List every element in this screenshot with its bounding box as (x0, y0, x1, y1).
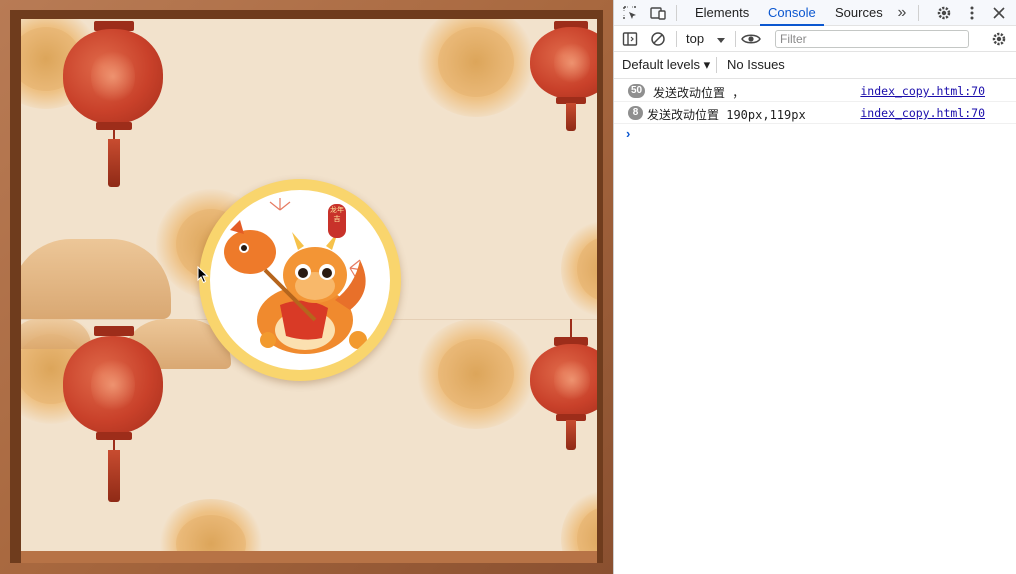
flower-decoration (416, 19, 536, 117)
devtools-tabbar: Elements Console Sources » (614, 0, 1016, 26)
console-toolbar: top (614, 26, 1016, 52)
toolbar-divider (918, 5, 919, 21)
flower-decoration (561, 489, 597, 551)
lantern-decoration (59, 19, 169, 194)
toolbar-divider (735, 31, 736, 47)
console-filter-input[interactable] (775, 30, 969, 48)
tab-elements[interactable]: Elements (687, 0, 757, 26)
dragon-medallion[interactable]: 龙年吉 (199, 179, 401, 381)
page-viewport: 龙年吉 (0, 0, 613, 574)
live-expression-eye-icon[interactable] (739, 29, 763, 49)
console-message[interactable]: 50 发送改动位置 ， index_copy.html:70 (614, 80, 1016, 102)
medallion-image: 龙年吉 (210, 190, 390, 370)
default-levels-dropdown[interactable]: Default levels ▾ (622, 57, 710, 73)
toolbar-divider (716, 57, 717, 73)
context-label: top (686, 31, 705, 46)
lantern-decoration (526, 19, 597, 144)
prompt-chevron-icon: › (626, 126, 631, 141)
lantern-decoration (59, 324, 169, 509)
flower-decoration (156, 499, 266, 551)
mouse-cursor-icon (197, 266, 209, 284)
dropdown-caret-icon (716, 37, 725, 43)
close-icon[interactable] (989, 3, 1009, 23)
console-log-list: 50 发送改动位置 ， index_copy.html:70 8 发送改动位置 … (614, 80, 1016, 144)
device-toolbar-icon[interactable] (648, 3, 668, 23)
context-selector[interactable]: top (686, 29, 726, 49)
inspect-element-icon[interactable] (620, 3, 640, 23)
console-settings-gear-icon[interactable] (989, 29, 1009, 49)
log-message-text: 发送改动位置 ， (653, 86, 745, 100)
log-source-link[interactable]: index_copy.html:70 (860, 106, 985, 120)
log-message-text: 发送改动位置 190px,119px (647, 108, 806, 122)
kebab-menu-icon[interactable] (962, 3, 982, 23)
toolbar-divider (676, 5, 677, 21)
toolbar-divider (676, 31, 677, 47)
devtools-panel: Elements Console Sources » top Filter De… (613, 0, 1016, 574)
console-message[interactable]: 8 发送改动位置 190px,119px index_copy.html:70 (614, 102, 1016, 124)
dragon-illustration (224, 198, 367, 354)
medallion-badge-text: 龙年吉 (330, 206, 344, 223)
issues-counter[interactable]: No Issues (727, 57, 785, 72)
tab-sources[interactable]: Sources (827, 0, 891, 26)
cloud-decoration (21, 239, 171, 319)
settings-gear-icon[interactable] (934, 3, 954, 23)
sidebar-toggle-icon[interactable] (620, 29, 640, 49)
flower-decoration (416, 319, 536, 429)
levels-bar: Default levels ▾ No Issues (614, 52, 1016, 79)
log-source-link[interactable]: index_copy.html:70 (860, 84, 985, 98)
flower-decoration (561, 219, 597, 319)
tab-console[interactable]: Console (760, 0, 824, 26)
festival-background: 龙年吉 (21, 19, 597, 551)
repeat-count-badge: 8 (628, 106, 643, 120)
clear-console-icon[interactable] (648, 29, 668, 49)
frame-bottom-ledge (21, 551, 597, 563)
lantern-decoration (526, 319, 597, 459)
repeat-count-badge: 50 (628, 84, 646, 98)
console-prompt[interactable]: › (614, 124, 1016, 144)
more-tabs-icon[interactable]: » (892, 3, 912, 23)
